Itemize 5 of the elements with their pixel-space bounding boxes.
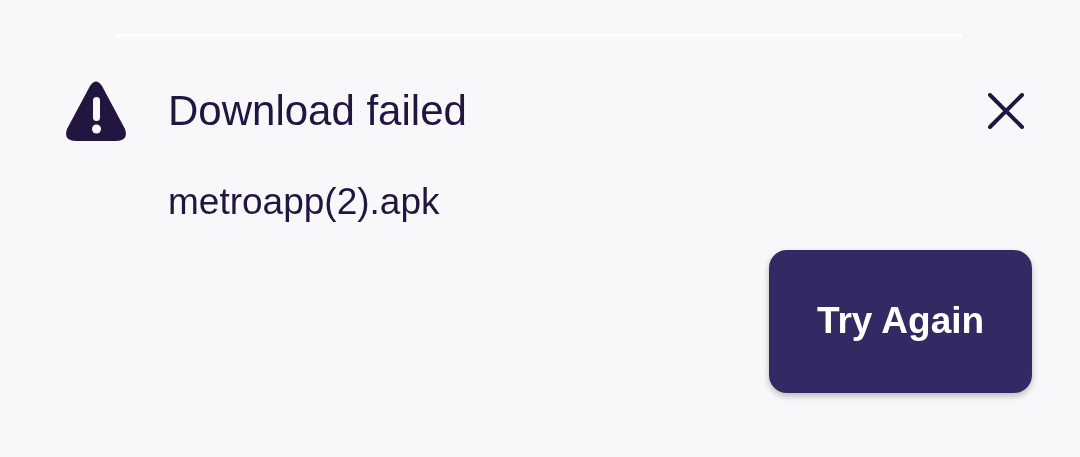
close-icon[interactable] <box>988 93 1024 129</box>
file-name: metroapp(2).apk <box>168 182 441 223</box>
warning-icon <box>65 80 127 142</box>
notification-title: Download failed <box>168 87 468 135</box>
try-again-button[interactable]: Try Again <box>769 249 1032 393</box>
